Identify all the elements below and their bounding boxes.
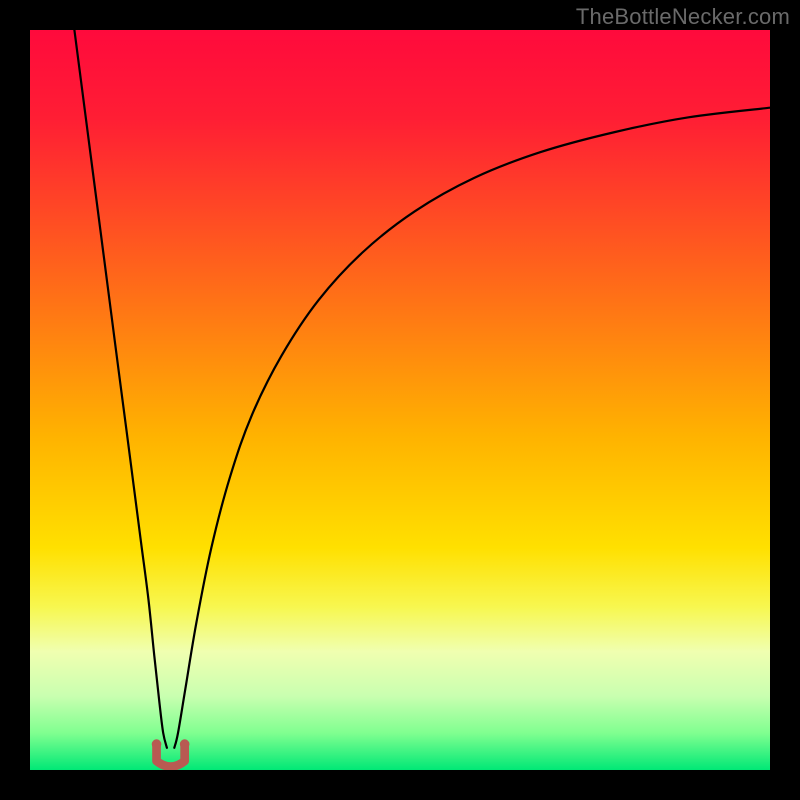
bottleneck-chart [30, 30, 770, 770]
chart-background [30, 30, 770, 770]
watermark-text: TheBottleNecker.com [576, 4, 790, 30]
chart-frame: TheBottleNecker.com [0, 0, 800, 800]
